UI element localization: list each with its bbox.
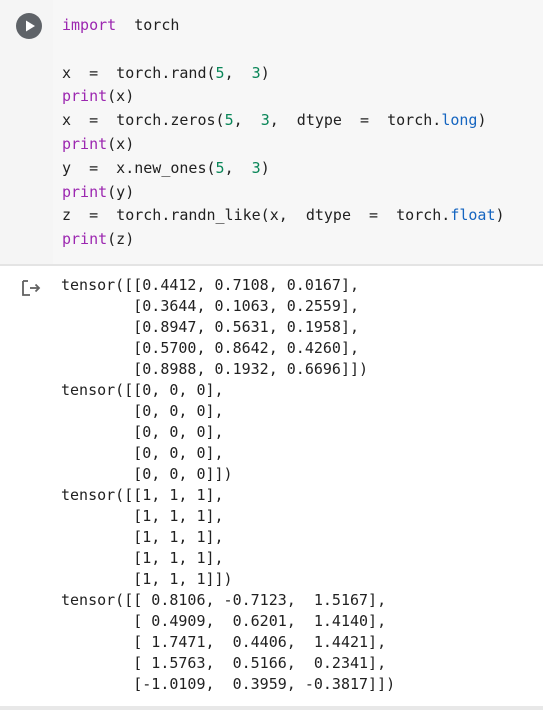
output-line: [0, 0, 0], <box>61 444 224 462</box>
play-icon <box>26 20 35 32</box>
code-line: print(z) <box>62 228 505 252</box>
output-line: [0, 0, 0]]) <box>61 465 233 483</box>
code-token: float <box>450 206 496 225</box>
output-line: [1, 1, 1]]) <box>61 570 233 588</box>
output-text: tensor([[0.4412, 0.7108, 0.0167], [0.364… <box>61 275 395 695</box>
notebook-frame: import torch x = torch.rand(5, 3) print(x)… <box>0 0 543 710</box>
code-token: ) <box>495 206 505 225</box>
output-line: tensor([[ 0.8106, -0.7123, 1.5167], <box>61 591 387 609</box>
code-token: ) <box>477 111 487 130</box>
output-line: [-1.0109, 0.3959, -0.3817]]) <box>61 675 396 693</box>
cell-gutter <box>0 0 53 264</box>
output-line: tensor([[0, 0, 0], <box>61 381 224 399</box>
code-token: print <box>62 134 108 153</box>
output-line: [0, 0, 0], <box>61 402 224 420</box>
code-token: torch <box>116 16 180 34</box>
output-line: [0.5700, 0.8642, 0.4260], <box>61 339 360 357</box>
code-token: 5 <box>215 63 225 82</box>
code-token: x = torch.zeros( <box>62 111 225 130</box>
code-token: (x) <box>107 87 135 106</box>
output-line: [0.8988, 0.1932, 0.6696]]) <box>61 360 369 378</box>
code-token: 5 <box>224 111 234 130</box>
code-token: ) <box>260 63 270 82</box>
code-line: print(x) <box>62 85 505 109</box>
cell-bottom-edge <box>0 706 543 710</box>
output-line: [1, 1, 1], <box>61 528 224 546</box>
output-line: tensor([[0.4412, 0.7108, 0.0167], <box>61 276 360 294</box>
code-token: , dtype = torch. <box>269 111 442 130</box>
output-line: [1, 1, 1], <box>61 549 224 567</box>
code-line: print(x) <box>62 133 505 157</box>
code-line: x = torch.rand(5, 3) <box>62 62 505 86</box>
code-token: , <box>224 158 252 177</box>
code-token: print <box>62 182 108 201</box>
code-token: x = torch.rand( <box>62 63 216 82</box>
code-line: x = torch.zeros(5, 3, dtype = torch.long… <box>62 109 505 133</box>
code-token: import <box>62 16 117 34</box>
output-line: [0.8947, 0.5631, 0.1958], <box>61 318 360 336</box>
code-token: (z) <box>107 230 135 249</box>
code-token: print <box>62 87 108 106</box>
output-line: [0, 0, 0], <box>61 423 224 441</box>
output-line: [ 1.5763, 0.5166, 0.2341], <box>61 654 387 672</box>
output-line: tensor([[1, 1, 1], <box>61 486 224 504</box>
code-line: z = torch.randn_like(x, dtype = torch.fl… <box>62 204 505 228</box>
code-line: print(y) <box>62 181 505 205</box>
code-line: y = x.new_ones(5, 3) <box>62 157 505 181</box>
code-token: (x) <box>107 134 135 153</box>
output-line: [ 0.4909, 0.6201, 1.4140], <box>61 612 387 630</box>
output-line: [1, 1, 1], <box>61 507 224 525</box>
code-token: , <box>233 111 261 130</box>
output-area: tensor([[0.4412, 0.7108, 0.0167], [0.364… <box>0 266 543 710</box>
output-arrow-icon[interactable] <box>21 278 43 298</box>
code-token: 3 <box>251 158 261 177</box>
code-token: 3 <box>251 63 261 82</box>
code-token: y = x.new_ones( <box>62 158 216 177</box>
code-token: 5 <box>215 158 225 177</box>
code-line: import torch <box>62 14 505 38</box>
run-cell-button[interactable] <box>16 13 42 39</box>
output-line: [0.3644, 0.1063, 0.2559], <box>61 297 360 315</box>
code-editor[interactable]: import torch x = torch.rand(5, 3) print(x)… <box>53 0 543 264</box>
code-token: (y) <box>107 182 135 201</box>
code-cell[interactable]: import torch x = torch.rand(5, 3) print(x)… <box>0 0 543 264</box>
code-token: long <box>441 111 478 130</box>
output-line: [ 1.7471, 0.4406, 1.4421], <box>61 633 387 651</box>
code-token: print <box>62 230 108 249</box>
code-token: , <box>224 63 252 82</box>
code-token: z = torch.randn_like(x, dtype = torch. <box>62 206 451 225</box>
code-token: ) <box>260 158 270 177</box>
code-lines: import torch x = torch.rand(5, 3) print(x)… <box>62 14 505 252</box>
code-token: 3 <box>260 111 270 130</box>
